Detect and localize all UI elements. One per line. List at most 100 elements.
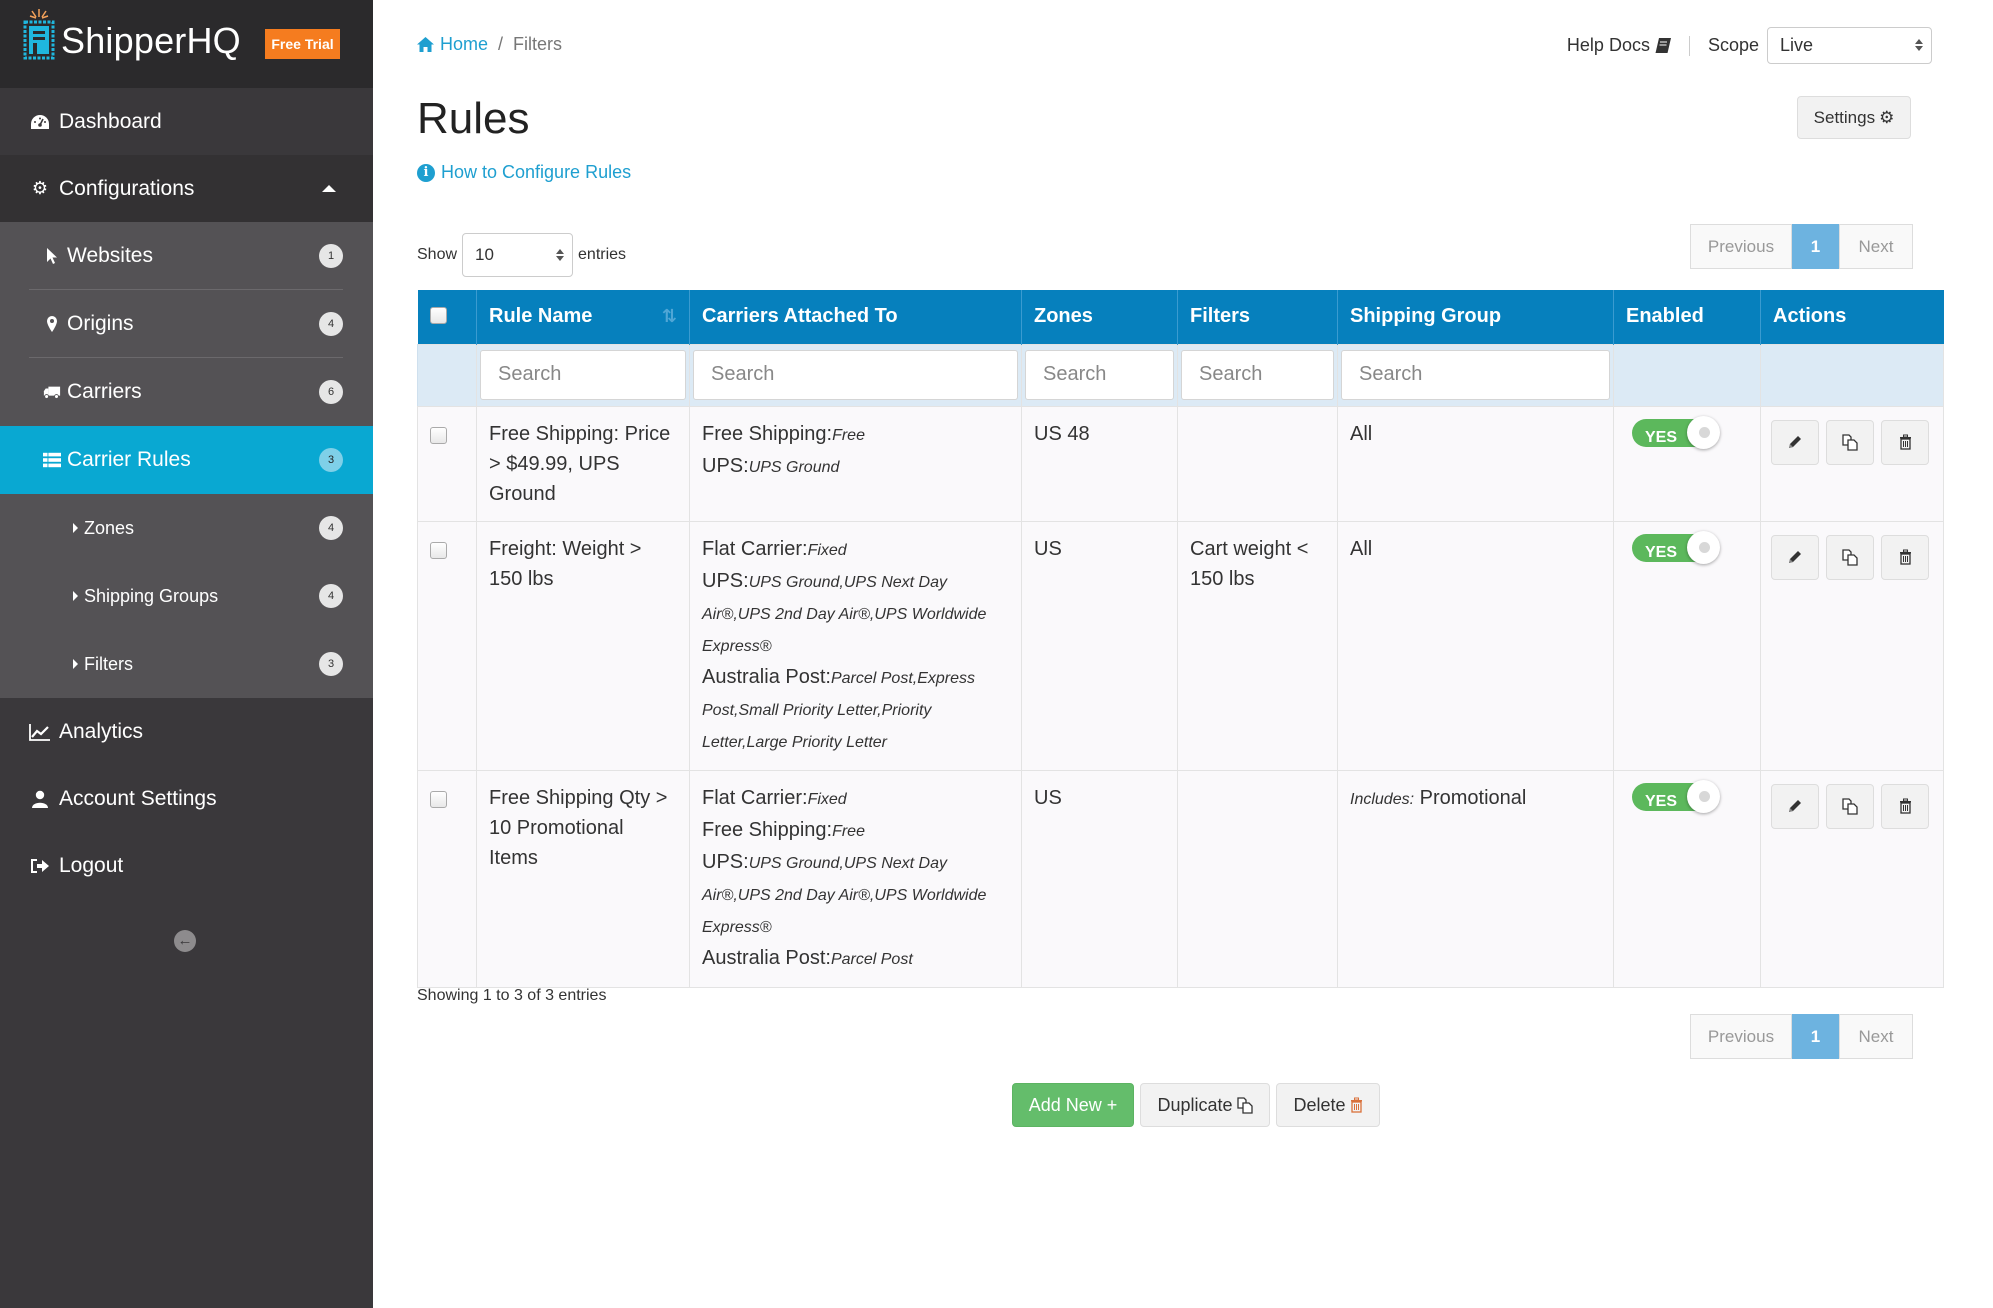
zones-cell: US: [1021, 520, 1178, 771]
trash-icon: [1350, 1097, 1362, 1113]
how-to-configure-label: How to Configure Rules: [441, 162, 632, 182]
sidebar-item-logout[interactable]: Logout: [0, 832, 373, 899]
sort-icon[interactable]: ⇅: [662, 306, 677, 327]
sidebar-item-filters[interactable]: Filters 3: [0, 630, 373, 698]
table-body: Free Shipping: Price > $49.99, UPS Groun…: [417, 405, 1944, 988]
sidebar-item-carriers[interactable]: Carriers 6: [0, 358, 373, 426]
enabled-cell: YES: [1613, 520, 1761, 771]
toggle-knob: [1687, 415, 1720, 449]
copy-icon: [1842, 548, 1858, 566]
row-checkbox[interactable]: [430, 790, 447, 808]
delete-label: Delete: [1293, 1094, 1346, 1115]
enabled-toggle[interactable]: YES: [1632, 779, 1720, 813]
previous-page-button[interactable]: Previous: [1690, 224, 1792, 269]
duplicate-row-button[interactable]: [1826, 783, 1874, 829]
edit-button[interactable]: [1771, 419, 1819, 465]
add-new-button[interactable]: Add New +: [1012, 1083, 1134, 1127]
how-to-configure-link[interactable]: i How to Configure Rules: [417, 162, 631, 183]
carriers-cell: Flat Carrier:Fixed UPS:UPS Ground,UPS Nex…: [689, 520, 1022, 771]
rule-name-cell[interactable]: Freight: Weight > 150 lbs: [476, 520, 690, 771]
sidebar-item-label: Logout: [59, 853, 124, 877]
select-all-checkbox[interactable]: [429, 307, 447, 325]
shipping-group-cell: All: [1337, 405, 1614, 522]
map-marker-icon: [43, 315, 61, 333]
next-page-button[interactable]: Next: [1839, 1014, 1913, 1059]
enabled-cell: YES: [1613, 769, 1761, 988]
settings-button[interactable]: Settings ⚙: [1797, 96, 1911, 139]
search-shipping-group-input[interactable]: [1341, 349, 1610, 400]
actions-cell: [1760, 405, 1944, 522]
delete-row-button[interactable]: [1881, 419, 1929, 465]
copy-icon: [1842, 433, 1858, 451]
sidebar-item-analytics[interactable]: Analytics: [0, 698, 373, 765]
filters-value: Cart weight < 150 lbs: [1190, 537, 1309, 590]
row-checkbox[interactable]: [430, 426, 447, 444]
rules-table: Rule Name ⇅ Carriers Attached To Zones Fi…: [417, 290, 1944, 988]
shipping-group-cell: Includes: Promotional: [1337, 769, 1614, 988]
rule-name-cell[interactable]: Free Shipping: Price > $49.99, UPS Groun…: [476, 405, 690, 522]
filters-cell: Cart weight < 150 lbs: [1177, 520, 1338, 771]
sidebar-item-account-settings[interactable]: Account Settings: [0, 765, 373, 832]
sidebar-item-dashboard[interactable]: Dashboard: [0, 88, 373, 155]
carrier-entry: Flat Carrier:Fixed: [702, 783, 1009, 815]
carrier-name: Australia Post:: [702, 665, 831, 688]
select-arrows-icon: [1915, 39, 1923, 51]
help-docs-link[interactable]: Help Docs: [1567, 35, 1671, 56]
settings-label: Settings: [1813, 107, 1876, 127]
delete-row-button[interactable]: [1881, 783, 1929, 829]
column-label: Rule Name: [489, 305, 593, 328]
duplicate-row-button[interactable]: [1826, 419, 1874, 465]
column-header-enabled: Enabled: [1613, 290, 1761, 344]
sidebar-item-carrier-rules[interactable]: Carrier Rules 3: [0, 426, 382, 494]
sidebar-item-label: Carrier Rules: [67, 448, 191, 471]
book-icon: [1655, 38, 1671, 53]
brand-name: ShipperHQ: [61, 20, 241, 61]
page-1-button[interactable]: 1: [1792, 1014, 1839, 1059]
search-carriers-input[interactable]: [693, 349, 1018, 400]
column-header-rule-name[interactable]: Rule Name ⇅: [476, 290, 690, 344]
sidebar-item-shipping-groups[interactable]: Shipping Groups 4: [0, 562, 373, 630]
previous-page-button[interactable]: Previous: [1690, 1014, 1792, 1059]
collapse-sidebar-icon[interactable]: ←: [174, 930, 196, 952]
gear-icon: ⚙: [31, 178, 49, 198]
scope-select[interactable]: Live: [1767, 27, 1932, 64]
next-page-button[interactable]: Next: [1839, 224, 1913, 269]
carriers-list: Flat Carrier:Fixed Free Shipping:Free UPS:…: [702, 783, 1009, 975]
edit-button[interactable]: [1771, 783, 1819, 829]
carrier-entry: Free Shipping:Free: [702, 815, 1009, 847]
line-chart-icon: [29, 723, 51, 741]
carrier-name: Free Shipping:: [702, 818, 833, 841]
dashboard-icon: [29, 114, 51, 130]
enabled-toggle[interactable]: YES: [1632, 530, 1720, 564]
delete-row-button[interactable]: [1881, 534, 1929, 580]
sidebar-item-websites[interactable]: Websites 1: [0, 222, 373, 290]
sidebar-item-configurations[interactable]: ⚙ Configurations: [0, 155, 373, 222]
delete-button[interactable]: Delete: [1276, 1083, 1380, 1127]
rule-name-cell[interactable]: Free Shipping Qty > 10 Promotional Items: [476, 769, 690, 988]
duplicate-button[interactable]: Duplicate: [1140, 1083, 1270, 1127]
free-trial-badge[interactable]: Free Trial: [265, 29, 340, 59]
breadcrumb-home-link[interactable]: Home: [417, 34, 488, 55]
search-zones-input[interactable]: [1025, 349, 1174, 400]
pagination-bottom: Previous 1 Next: [1690, 1014, 1913, 1059]
info-icon: i: [417, 163, 435, 182]
duplicate-row-button[interactable]: [1826, 534, 1874, 580]
page-length-select[interactable]: 10: [462, 233, 574, 277]
column-header-actions: Actions: [1760, 290, 1944, 344]
page-1-button[interactable]: 1: [1792, 224, 1839, 269]
row-checkbox[interactable]: [430, 541, 447, 559]
search-filters-input[interactable]: [1181, 349, 1334, 400]
enabled-toggle[interactable]: YES: [1632, 415, 1720, 449]
sidebar-item-origins[interactable]: Origins 4: [0, 290, 373, 358]
carrier-name: UPS:: [702, 454, 749, 477]
select-all-header: [417, 290, 477, 344]
edit-button[interactable]: [1771, 534, 1819, 580]
toggle-label: YES: [1645, 792, 1678, 810]
search-rule-name-input[interactable]: [480, 349, 686, 400]
count-badge: 4: [319, 312, 343, 336]
count-badge: 4: [319, 516, 343, 540]
carrier-methods: Fixed: [807, 790, 847, 808]
row-actions: [1771, 783, 1931, 829]
count-badge: 3: [319, 448, 343, 472]
sidebar-item-zones[interactable]: Zones 4: [0, 494, 373, 562]
